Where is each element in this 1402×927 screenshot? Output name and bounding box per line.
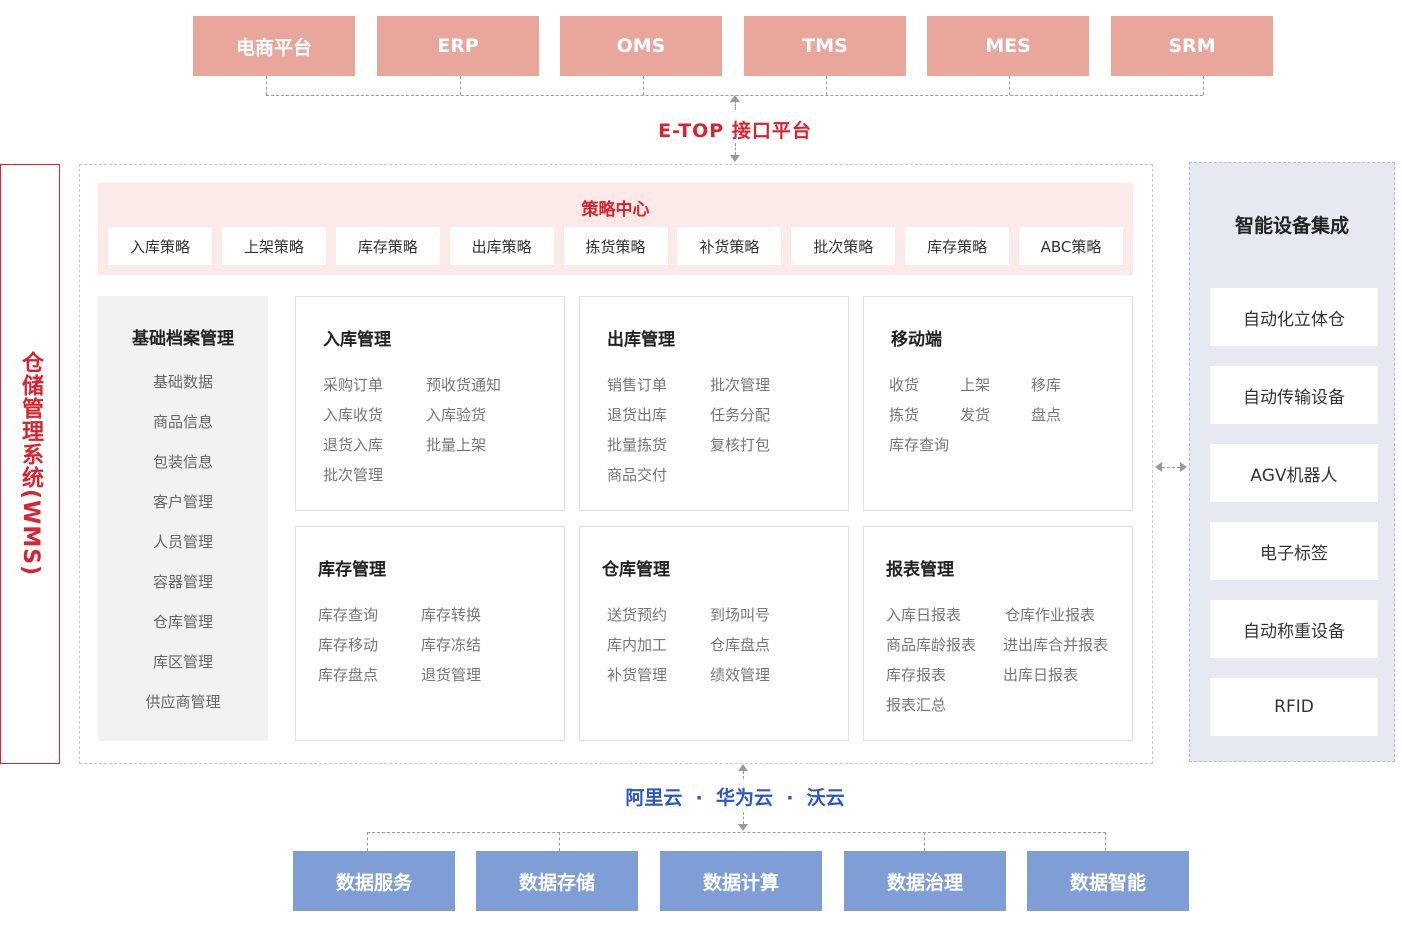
device-item: 自动传输设备 xyxy=(1210,366,1378,424)
module-title: 报表管理 xyxy=(886,560,954,580)
strategy-center-title: 策略中心 xyxy=(581,200,650,220)
strategy-item: 拣货策略 xyxy=(563,227,668,265)
module-item: 仓库盘点 xyxy=(710,636,771,654)
module-item: 预收货通知 xyxy=(426,376,502,394)
module-title: 库存管理 xyxy=(318,560,386,580)
module-item: 移库 xyxy=(1031,376,1062,394)
module-item: 批次管理 xyxy=(323,466,384,484)
strategy-item: 补货策略 xyxy=(677,227,782,265)
data-box-service: 数据服务 xyxy=(293,851,455,911)
module-card-warehouse: 仓库管理 送货预约 库内加工 补货管理 到场叫号 仓库盘点 绩效管理 xyxy=(579,526,849,741)
module-title: 仓库管理 xyxy=(602,560,670,580)
data-box-governance: 数据治理 xyxy=(844,851,1006,911)
module-item: 出库日报表 xyxy=(1003,666,1079,684)
module-item: 绩效管理 xyxy=(710,666,771,684)
module-item: 补货管理 xyxy=(607,666,668,684)
strategy-item: 库存策略 xyxy=(335,227,440,265)
module-item: 退货入库 xyxy=(323,436,384,454)
module-item: 报表汇总 xyxy=(886,696,947,714)
strategy-item: ABC策略 xyxy=(1019,227,1123,265)
module-item: 进出库合并报表 xyxy=(1003,636,1109,654)
module-item: 库存查询 xyxy=(889,436,950,454)
module-item: 退货管理 xyxy=(421,666,482,684)
module-card-mobile: 移动端 收货 拣货 库存查询 上架 发货 移库 盘点 xyxy=(863,296,1133,511)
module-card-inbound: 入库管理 采购订单 入库收货 退货入库 批次管理 预收货通知 入库验货 批量上架 xyxy=(295,296,565,511)
interface-platform-label: E-TOP 接口平台 xyxy=(658,120,812,142)
basic-archive-item: 商品信息 xyxy=(152,413,213,431)
data-box-intelligence: 数据智能 xyxy=(1027,851,1189,911)
system-box-erp: ERP xyxy=(377,16,539,76)
module-item: 上架 xyxy=(960,376,991,394)
wms-label: 仓储管理系统(WMS) xyxy=(18,351,43,577)
module-item: 批量拣货 xyxy=(607,436,668,454)
basic-archive-item: 库区管理 xyxy=(152,653,213,671)
strategy-item: 上架策略 xyxy=(221,227,326,265)
module-item: 仓库作业报表 xyxy=(1005,606,1096,624)
module-item: 入库日报表 xyxy=(886,606,962,624)
system-box-tms: TMS xyxy=(744,16,906,76)
module-title: 移动端 xyxy=(891,330,942,350)
basic-archive-item: 供应商管理 xyxy=(145,693,221,711)
strategy-item: 入库策略 xyxy=(108,227,212,265)
module-item: 库存移动 xyxy=(318,636,379,654)
module-item: 入库验货 xyxy=(426,406,487,424)
system-box-mes: MES xyxy=(927,16,1089,76)
basic-archive-item: 客户管理 xyxy=(152,493,213,511)
module-card-outbound: 出库管理 销售订单 退货出库 批量拣货 商品交付 批次管理 任务分配 复核打包 xyxy=(579,296,849,511)
module-item: 库存报表 xyxy=(886,666,947,684)
device-item: 自动化立体仓 xyxy=(1210,288,1378,346)
module-item: 库存盘点 xyxy=(318,666,379,684)
module-item: 送货预约 xyxy=(607,606,668,624)
basic-archive-item: 容器管理 xyxy=(152,573,213,591)
module-item: 库存查询 xyxy=(318,606,379,624)
data-box-storage: 数据存储 xyxy=(476,851,638,911)
module-item: 盘点 xyxy=(1031,406,1062,424)
module-item: 库存冻结 xyxy=(421,636,482,654)
system-box-oms: OMS xyxy=(560,16,722,76)
strategy-item: 库存策略 xyxy=(905,227,1010,265)
module-item: 批次管理 xyxy=(710,376,771,394)
module-title: 入库管理 xyxy=(323,330,391,350)
system-box-srm: SRM xyxy=(1111,16,1273,76)
module-card-inventory: 库存管理 库存查询 库存移动 库存盘点 库存转换 库存冻结 退货管理 xyxy=(295,526,565,741)
device-item: 电子标签 xyxy=(1210,522,1378,580)
module-item: 收货 xyxy=(889,376,920,394)
module-item: 到场叫号 xyxy=(710,606,771,624)
device-item: AGV机器人 xyxy=(1210,444,1378,502)
module-item: 商品库龄报表 xyxy=(886,636,977,654)
strategy-item: 出库策略 xyxy=(449,227,554,265)
basic-archive-item: 包装信息 xyxy=(152,453,213,471)
smart-devices-title: 智能设备集成 xyxy=(1234,215,1349,237)
data-box-compute: 数据计算 xyxy=(660,851,822,911)
module-item: 商品交付 xyxy=(607,466,668,484)
module-title: 出库管理 xyxy=(607,330,675,350)
strategy-item: 批次策略 xyxy=(791,227,896,265)
basic-archive-panel: 基础档案管理 基础数据 商品信息 包装信息 客户管理 人员管理 容器管理 仓库管… xyxy=(98,296,268,741)
module-item: 库存转换 xyxy=(421,606,482,624)
module-item: 采购订单 xyxy=(323,376,384,394)
wms-frame: 仓储管理系统(WMS) xyxy=(0,164,60,764)
module-item: 发货 xyxy=(960,406,991,424)
cloud-providers-label: 阿里云 · 华为云 · 沃云 xyxy=(625,787,845,809)
module-item: 任务分配 xyxy=(710,406,771,424)
module-item: 复核打包 xyxy=(710,436,771,454)
basic-archive-item: 仓库管理 xyxy=(152,613,213,631)
module-item: 拣货 xyxy=(889,406,920,424)
module-item: 入库收货 xyxy=(323,406,384,424)
smart-devices-panel: 智能设备集成 自动化立体仓 自动传输设备 AGV机器人 电子标签 自动称重设备 … xyxy=(1189,162,1395,762)
module-card-reports: 报表管理 入库日报表 商品库龄报表 库存报表 报表汇总 仓库作业报表 进出库合并… xyxy=(863,526,1133,741)
device-item: 自动称重设备 xyxy=(1210,600,1378,658)
basic-archive-item: 基础数据 xyxy=(152,373,213,391)
strategy-center: 策略中心 入库策略 上架策略 库存策略 出库策略 拣货策略 补货策略 批次策略 … xyxy=(98,183,1133,275)
module-item: 销售订单 xyxy=(607,376,668,394)
basic-archive-item: 人员管理 xyxy=(152,533,213,551)
basic-archive-title: 基础档案管理 xyxy=(132,329,234,349)
module-item: 批量上架 xyxy=(426,436,487,454)
device-item: RFID xyxy=(1210,678,1378,736)
module-item: 退货出库 xyxy=(607,406,668,424)
module-item: 库内加工 xyxy=(607,636,668,654)
system-box-ecommerce: 电商平台 xyxy=(193,16,355,76)
